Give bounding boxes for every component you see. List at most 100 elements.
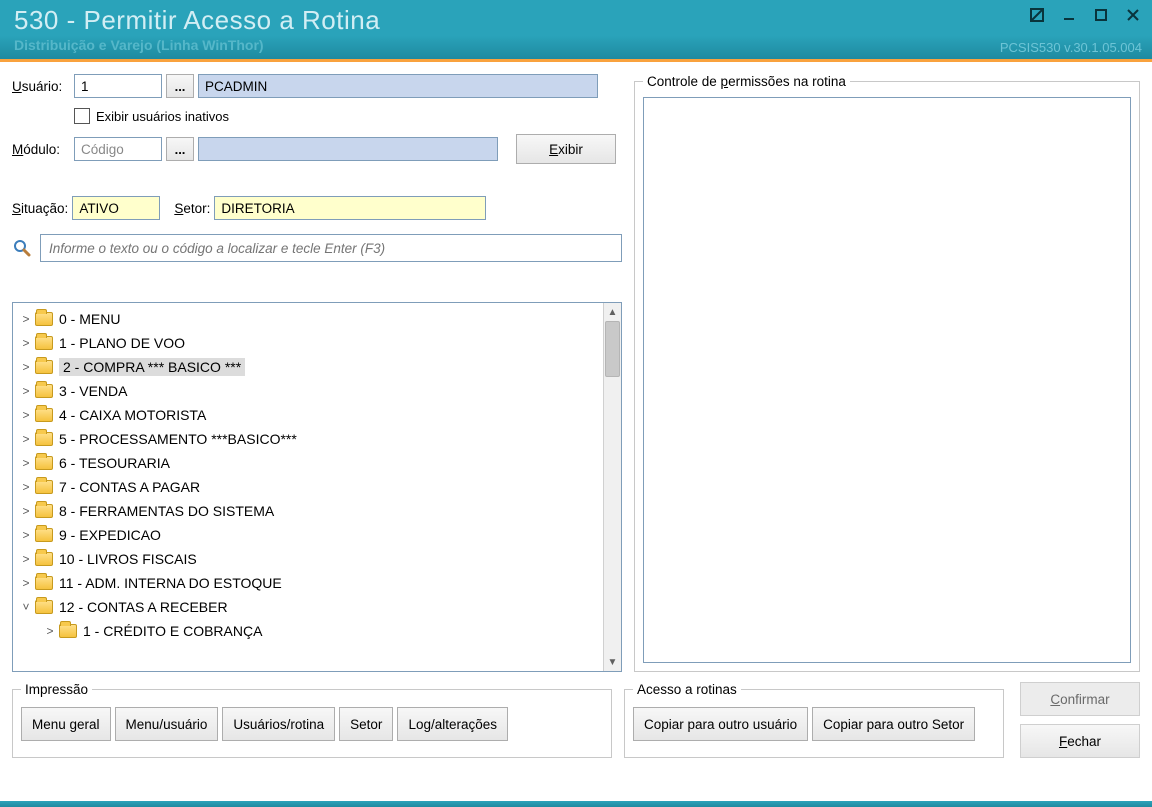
impressao-button[interactable]: Log/alterações xyxy=(397,707,508,741)
permissions-list[interactable] xyxy=(643,97,1131,663)
tree-item[interactable]: >11 - ADM. INTERNA DO ESTOQUE xyxy=(13,571,603,595)
tree-scrollbar[interactable]: ▲ ▼ xyxy=(603,303,621,671)
usuario-row: Usuário: ... xyxy=(12,74,622,98)
tree-item[interactable]: >0 - MENU xyxy=(13,307,603,331)
impressao-button[interactable]: Menu/usuário xyxy=(115,707,219,741)
chevron-right-icon[interactable]: > xyxy=(19,432,33,446)
search-icon xyxy=(12,238,32,258)
inativos-row: Exibir usuários inativos xyxy=(12,108,622,124)
usuario-label: Usuário: xyxy=(12,79,70,94)
impressao-button[interactable]: Setor xyxy=(339,707,393,741)
tree-item[interactable]: >8 - FERRAMENTAS DO SISTEMA xyxy=(13,499,603,523)
modulo-row: Módulo: ... Exibir xyxy=(12,134,622,164)
chevron-down-icon[interactable]: ˅ xyxy=(19,600,33,614)
scroll-thumb[interactable] xyxy=(605,321,620,377)
folder-icon xyxy=(35,432,53,446)
tree-item-label: 2 - COMPRA *** BASICO *** xyxy=(63,359,241,375)
acesso-button[interactable]: Copiar para outro usuário xyxy=(633,707,808,741)
folder-icon xyxy=(35,312,53,326)
window: 530 - Permitir Acesso a Rotina Distribui… xyxy=(0,0,1152,807)
tree-item[interactable]: >4 - CAIXA MOTORISTA xyxy=(13,403,603,427)
chevron-right-icon[interactable]: > xyxy=(19,360,33,374)
usuario-lookup-button[interactable]: ... xyxy=(166,74,194,98)
modulo-codigo-input[interactable] xyxy=(74,137,162,161)
situacao-label: Situação: xyxy=(12,201,68,216)
right-column: Controle de permissões na rotina xyxy=(634,74,1140,672)
tree-item-label: 0 - MENU xyxy=(59,311,120,327)
chevron-right-icon[interactable]: > xyxy=(19,336,33,350)
window-title: 530 - Permitir Acesso a Rotina xyxy=(14,6,1138,35)
tree-item[interactable]: >9 - EXPEDICAO xyxy=(13,523,603,547)
window-subtitle: Distribuição e Varejo (Linha WinThor) xyxy=(14,37,1138,53)
acesso-legend: Acesso a rotinas xyxy=(633,682,741,697)
impressao-button[interactable]: Menu geral xyxy=(21,707,111,741)
window-controls xyxy=(1026,6,1144,24)
acesso-groupbox: Acesso a rotinas Copiar para outro usuár… xyxy=(624,682,1004,758)
tree-item-label: 5 - PROCESSAMENTO ***BASICO*** xyxy=(59,431,297,447)
tree-item-label: 8 - FERRAMENTAS DO SISTEMA xyxy=(59,503,274,519)
chevron-right-icon[interactable]: > xyxy=(19,576,33,590)
folder-icon xyxy=(35,528,53,542)
search-input[interactable] xyxy=(40,234,622,262)
bottom-accent xyxy=(0,801,1152,807)
fechar-button[interactable]: Fechar xyxy=(1020,724,1140,758)
tree-item[interactable]: >5 - PROCESSAMENTO ***BASICO*** xyxy=(13,427,603,451)
exibir-inativos-label: Exibir usuários inativos xyxy=(96,109,229,124)
chevron-right-icon[interactable]: > xyxy=(19,312,33,326)
impressao-button[interactable]: Usuários/rotina xyxy=(222,707,335,741)
usuario-nome-display xyxy=(198,74,598,98)
left-column: Usuário: ... Exibir usuários inativos Mó… xyxy=(12,74,622,672)
chevron-right-icon[interactable]: > xyxy=(19,504,33,518)
tree-item[interactable]: >7 - CONTAS A PAGAR xyxy=(13,475,603,499)
chevron-right-icon[interactable]: > xyxy=(19,456,33,470)
tree-item-label: 6 - TESOURARIA xyxy=(59,455,170,471)
close-icon[interactable] xyxy=(1122,6,1144,24)
tree-item[interactable]: ˅12 - CONTAS A RECEBER xyxy=(13,595,603,619)
situacao-display xyxy=(72,196,160,220)
action-buttons: Confirmar Fechar xyxy=(1020,682,1140,758)
exibir-button-label: xibir xyxy=(558,142,583,157)
tree-scroll: >0 - MENU>1 - PLANO DE VOO>2 - COMPRA **… xyxy=(13,303,603,671)
chevron-right-icon[interactable]: > xyxy=(19,408,33,422)
titlebar: 530 - Permitir Acesso a Rotina Distribui… xyxy=(0,0,1152,62)
setor-display xyxy=(214,196,486,220)
chevron-right-icon[interactable]: > xyxy=(43,624,57,638)
folder-icon xyxy=(35,456,53,470)
scroll-track[interactable] xyxy=(604,321,621,653)
chevron-right-icon[interactable]: > xyxy=(19,552,33,566)
search-row xyxy=(12,234,622,262)
folder-icon xyxy=(35,600,53,614)
chevron-right-icon[interactable]: > xyxy=(19,480,33,494)
tree-item[interactable]: >6 - TESOURARIA xyxy=(13,451,603,475)
chevron-right-icon[interactable]: > xyxy=(19,384,33,398)
scroll-down-arrow-icon[interactable]: ▼ xyxy=(604,653,621,671)
columns: Usuário: ... Exibir usuários inativos Mó… xyxy=(12,74,1140,672)
tree-view[interactable]: >0 - MENU>1 - PLANO DE VOO>2 - COMPRA **… xyxy=(12,302,622,672)
tree-item[interactable]: >1 - PLANO DE VOO xyxy=(13,331,603,355)
folder-icon xyxy=(35,552,53,566)
tree-item-label: 9 - EXPEDICAO xyxy=(59,527,161,543)
tree-item[interactable]: >2 - COMPRA *** BASICO *** xyxy=(13,355,603,379)
tree-item-label: 7 - CONTAS A PAGAR xyxy=(59,479,200,495)
folder-icon xyxy=(35,384,53,398)
minimize-icon[interactable] xyxy=(1058,6,1080,24)
help-icon[interactable] xyxy=(1026,6,1048,24)
tree-item[interactable]: >1 - CRÉDITO E COBRANÇA xyxy=(13,619,603,643)
exibir-inativos-checkbox[interactable] xyxy=(74,108,90,124)
content: Usuário: ... Exibir usuários inativos Mó… xyxy=(0,62,1152,807)
maximize-icon[interactable] xyxy=(1090,6,1112,24)
folder-icon xyxy=(35,336,53,350)
usuario-codigo-input[interactable] xyxy=(74,74,162,98)
tree-item[interactable]: >10 - LIVROS FISCAIS xyxy=(13,547,603,571)
tree-item-label: 10 - LIVROS FISCAIS xyxy=(59,551,197,567)
chevron-right-icon[interactable]: > xyxy=(19,528,33,542)
modulo-nome-display xyxy=(198,137,498,161)
tree-item-label: 3 - VENDA xyxy=(59,383,127,399)
scroll-up-arrow-icon[interactable]: ▲ xyxy=(604,303,621,321)
tree-item[interactable]: >3 - VENDA xyxy=(13,379,603,403)
tree-item-label: 11 - ADM. INTERNA DO ESTOQUE xyxy=(59,575,282,591)
confirmar-button[interactable]: Confirmar xyxy=(1020,682,1140,716)
acesso-button[interactable]: Copiar para outro Setor xyxy=(812,707,975,741)
exibir-button[interactable]: Exibir xyxy=(516,134,616,164)
modulo-lookup-button[interactable]: ... xyxy=(166,137,194,161)
